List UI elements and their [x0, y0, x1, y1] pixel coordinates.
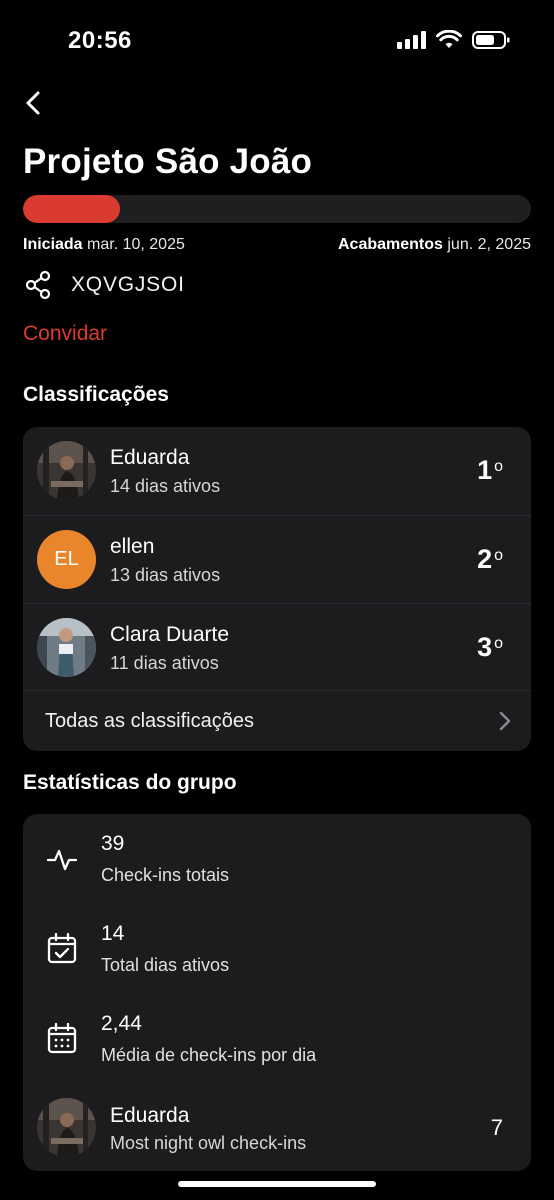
ranking-name: Eduarda: [110, 446, 190, 469]
stat-row: 2,44 Média de check-ins por dia: [23, 994, 531, 1084]
activity-icon: [46, 849, 78, 871]
chevron-right-icon: [499, 711, 511, 731]
invite-code-row[interactable]: XQVGJSOI: [23, 270, 185, 300]
start-date-label: Iniciada: [23, 236, 83, 253]
rankings-card: Eduarda 14 dias ativos 1o EL ellen 13 di…: [23, 427, 531, 751]
stat-label: Total dias ativos: [101, 955, 230, 975]
share-icon[interactable]: [23, 270, 53, 300]
avatar: [37, 618, 96, 677]
status-bar: 20:56: [0, 0, 554, 80]
ranking-active-days: 13 dias ativos: [110, 565, 221, 585]
end-date: Acabamentos jun. 2, 2025: [338, 236, 531, 254]
progress-fill: [23, 195, 120, 223]
ranking-position: 1o: [477, 455, 503, 485]
end-date-value: jun. 2, 2025: [447, 236, 531, 253]
calendar-check-icon: [47, 932, 77, 964]
ranking-row[interactable]: Clara Duarte 11 dias ativos 3o: [23, 603, 531, 691]
start-date: Iniciada mar. 10, 2025: [23, 236, 185, 254]
ranking-position: 3o: [477, 632, 503, 662]
back-button[interactable]: [18, 88, 48, 118]
night-owl-label: Most night owl check-ins: [110, 1133, 307, 1153]
status-time: 20:56: [68, 27, 132, 54]
start-date-value: mar. 10, 2025: [87, 236, 185, 253]
ranking-position: 2o: [477, 544, 503, 574]
battery-icon: [472, 31, 510, 49]
night-owl-name: Eduarda: [110, 1104, 190, 1127]
ranking-name: ellen: [110, 535, 155, 558]
chevron-left-icon: [26, 91, 40, 115]
end-date-label: Acabamentos: [338, 236, 443, 253]
avatar: [37, 441, 96, 500]
stat-label: Média de check-ins por dia: [101, 1045, 317, 1065]
stat-value: 39: [101, 832, 125, 855]
group-stats-title: Estatísticas do grupo: [23, 771, 237, 794]
group-stats-card: 39 Check-ins totais 14 Total dias ativos…: [23, 814, 531, 1171]
ranking-active-days: 14 dias ativos: [110, 476, 221, 496]
stat-label: Check-ins totais: [101, 865, 230, 885]
stat-row: 14 Total dias ativos: [23, 904, 531, 994]
date-row: Iniciada mar. 10, 2025 Acabamentos jun. …: [23, 236, 531, 254]
wifi-icon: [436, 30, 462, 48]
ranking-active-days: 11 dias ativos: [110, 653, 219, 673]
night-owl-row[interactable]: Eduarda Most night owl check-ins 7: [23, 1084, 531, 1171]
page-title: Projeto São João: [23, 142, 313, 181]
home-indicator[interactable]: [178, 1181, 376, 1187]
stat-value: 14: [101, 922, 125, 945]
avatar: [37, 1098, 96, 1157]
status-icons: [397, 30, 510, 50]
avatar: EL: [37, 530, 96, 589]
ranking-row[interactable]: Eduarda 14 dias ativos 1o: [23, 427, 531, 515]
night-owl-value: 7: [490, 1115, 503, 1140]
all-rankings-link[interactable]: Todas as classificações: [23, 690, 531, 751]
all-rankings-label: Todas as classificações: [45, 709, 254, 732]
stat-row: 39 Check-ins totais: [23, 814, 531, 904]
ranking-row[interactable]: EL ellen 13 dias ativos 2o: [23, 515, 531, 603]
rankings-title: Classificações: [23, 383, 169, 406]
invite-button[interactable]: Convidar: [23, 322, 107, 346]
challenge-progress-bar: [23, 195, 531, 223]
ranking-name: Clara Duarte: [110, 623, 230, 646]
invite-code: XQVGJSOI: [71, 273, 185, 296]
calendar-grid-icon: [47, 1022, 77, 1054]
cellular-signal-icon: [397, 31, 426, 49]
stat-value: 2,44: [101, 1012, 142, 1035]
